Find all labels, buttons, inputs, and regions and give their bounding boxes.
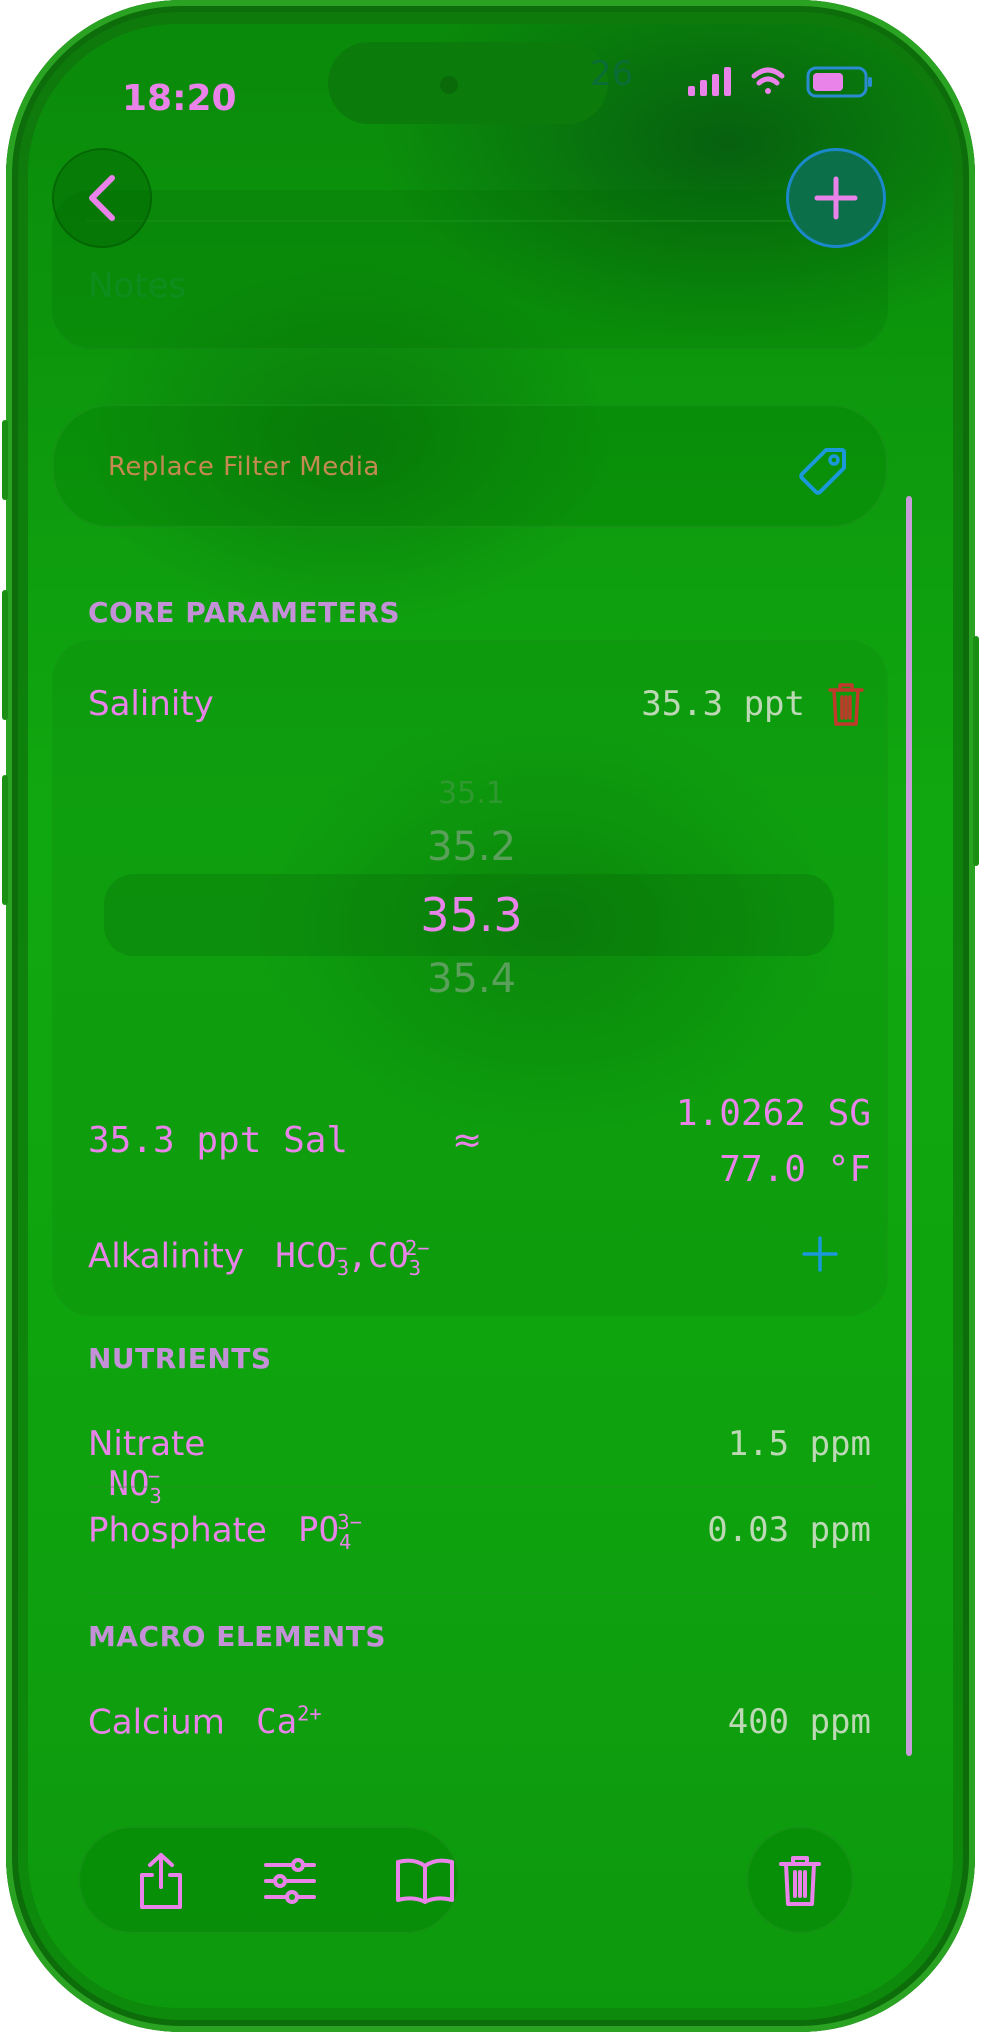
book-icon — [396, 1858, 454, 1904]
share-icon — [140, 1853, 182, 1909]
sliders-icon — [264, 1858, 316, 1904]
guide-button[interactable] — [390, 1846, 460, 1916]
camera-dot — [440, 76, 458, 94]
section-header-core: CORE PARAMETERS — [88, 596, 401, 629]
bicarbonate-formula: HCO — [275, 1236, 337, 1277]
notes-placeholder: Notes — [88, 266, 187, 306]
tag-icon[interactable] — [796, 444, 850, 498]
battery-icon — [806, 66, 872, 98]
back-button[interactable] — [52, 148, 152, 248]
side-button-power — [973, 636, 979, 866]
conversion-approx: ≈ — [452, 1120, 483, 1161]
status-icons — [688, 66, 872, 98]
nitrate-formula: NO — [108, 1464, 150, 1505]
back-chevron-icon — [89, 175, 115, 221]
side-button-volume-up — [2, 590, 8, 720]
wifi-icon — [751, 67, 785, 94]
row-divider — [86, 1486, 876, 1488]
nitrate-label: Nitrate — [88, 1424, 206, 1464]
delete-button[interactable] — [746, 1826, 854, 1934]
trash-icon — [779, 1856, 821, 1906]
alkalinity-formula: HCO3−,CO32− — [275, 1236, 430, 1281]
conversion-salinity: 35.3 ppt Sal — [88, 1120, 349, 1161]
section-divider — [86, 1592, 876, 1594]
adjust-button[interactable] — [255, 1846, 325, 1916]
status-time: 18:20 — [122, 78, 237, 119]
notes-divider — [86, 220, 846, 222]
add-alkalinity-plus-icon[interactable] — [800, 1234, 840, 1274]
salinity-value[interactable]: 35.3 ppt — [641, 684, 805, 724]
calcium-value[interactable]: 400 ppm — [728, 1702, 871, 1742]
trash-icon[interactable] — [826, 680, 866, 728]
phosphate-formula: PO — [298, 1510, 340, 1551]
picker-item[interactable]: 35.1 — [0, 776, 943, 804]
section-header-macro: MACRO ELEMENTS — [88, 1620, 386, 1653]
conversion-sg: 1.0262 SG — [675, 1093, 871, 1134]
nitrate-value[interactable]: 1.5 ppm — [728, 1424, 871, 1464]
carbonate-formula: CO — [367, 1236, 409, 1277]
calcium-row[interactable]: Calcium Ca2+ — [88, 1702, 322, 1742]
side-button-action — [2, 420, 8, 500]
add-button[interactable] — [786, 148, 886, 248]
dynamic-island — [328, 42, 608, 124]
plus-icon — [814, 176, 858, 220]
calcium-label: Calcium — [88, 1702, 225, 1743]
conversion-temp: 77.0 °F — [719, 1149, 871, 1190]
nitrate-row[interactable]: Nitrate NO3− — [88, 1424, 288, 1508]
replace-filter-title: Replace Filter Media — [108, 452, 380, 482]
salinity-label[interactable]: Salinity — [88, 684, 214, 724]
picker-item[interactable]: 35.4 — [0, 956, 943, 1002]
calcium-formula: Ca — [256, 1702, 298, 1743]
scrollbar[interactable] — [906, 496, 912, 1756]
alkalinity-row[interactable]: Alkalinity HCO3−,CO32− — [88, 1236, 430, 1280]
picker-item[interactable]: 35.2 — [0, 824, 943, 870]
share-button[interactable] — [126, 1846, 196, 1916]
status-ghost-number: 26 — [590, 54, 634, 94]
phosphate-row[interactable]: Phosphate PO43− — [88, 1510, 362, 1554]
phosphate-label: Phosphate — [88, 1510, 267, 1551]
signal-icon — [688, 67, 731, 96]
section-header-nutrients: NUTRIENTS — [88, 1342, 272, 1375]
alkalinity-label: Alkalinity — [88, 1236, 244, 1277]
picker-item-selected[interactable]: 35.3 — [0, 888, 943, 942]
phosphate-value[interactable]: 0.03 ppm — [707, 1510, 871, 1550]
